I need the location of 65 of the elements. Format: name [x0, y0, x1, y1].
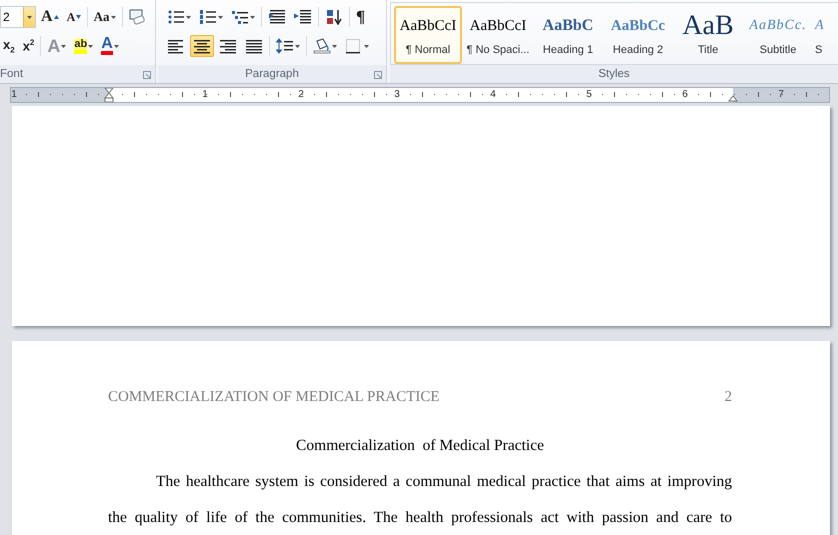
shrink-button[interactable]: A [64, 6, 84, 28]
highlight-button[interactable]: ab [71, 35, 96, 57]
align-left-icon [167, 38, 185, 54]
document-title: Commercialization of Medical Practice [295, 437, 545, 455]
pilcrow-button[interactable]: ¶ [353, 6, 368, 28]
style-option[interactable]: AaBbCc Heading 2 [604, 6, 672, 64]
page-number: 2 [724, 389, 732, 406]
justify-icon [245, 38, 263, 54]
caret-icon [295, 44, 300, 48]
down-arrow-icon [76, 15, 82, 19]
font-size-field[interactable]: 2 [0, 6, 36, 28]
style-option[interactable]: AaB Title [674, 6, 742, 64]
caret-icon [332, 44, 337, 48]
sort-icon [325, 9, 343, 25]
indent-marker-icon[interactable] [104, 88, 114, 102]
numbering-icon [199, 9, 217, 25]
ruler-number: 4 [490, 88, 496, 102]
dropdown-button[interactable] [23, 7, 35, 27]
case-button[interactable]: Aa [90, 6, 119, 28]
superscript-button[interactable]: x$^{2}$ [20, 35, 38, 57]
caret-icon [88, 44, 94, 48]
center-button[interactable] [190, 35, 214, 57]
subscript-button[interactable]: x$_{2}$ [0, 35, 18, 57]
body-text-line: the quality of life of the communities. The health professionals act with passion and care to [108, 508, 732, 528]
group-label: Font [0, 68, 24, 80]
borders-icon [345, 38, 363, 54]
dialog-launcher-icon[interactable] [143, 71, 151, 79]
ruler-number: 1 [11, 88, 17, 102]
dialog-launcher-icon[interactable] [374, 71, 382, 79]
ruler-number: 3 [394, 88, 400, 102]
body-text-line: The healthcare system is considered a communal medical practice that aims at improving [155, 472, 732, 492]
style-option[interactable]: AaBbCcI ¶ Normal [394, 6, 462, 64]
caret-icon [218, 16, 223, 18]
decrease-indent-icon [268, 9, 286, 25]
increase-indent-icon [294, 9, 312, 25]
grow-button[interactable]: A [38, 6, 62, 28]
paint-bucket-icon [313, 38, 331, 54]
ruler-number: 6 [682, 88, 688, 102]
multilevel-list-icon [231, 9, 249, 25]
eraser-icon [128, 9, 146, 25]
style-option[interactable]: AaBbC Heading 1 [534, 6, 602, 64]
caret-icon [186, 16, 191, 18]
style-option[interactable]: AaBbCc. Subtitle [744, 6, 812, 64]
caret-icon [114, 44, 119, 48]
caret-icon [61, 44, 66, 48]
up-arrow-icon [54, 15, 59, 19]
caret-icon [364, 44, 369, 48]
ruler-number: 5 [586, 88, 592, 102]
caret-icon [110, 16, 116, 18]
color-button[interactable]: A [98, 35, 122, 57]
right-indent-marker-icon[interactable] [728, 95, 738, 102]
bullets-icon [167, 9, 185, 25]
ruler-number: 2 [298, 88, 304, 102]
align-center-icon [193, 38, 211, 54]
ruler-number: 7 [778, 88, 784, 102]
caret-icon [27, 16, 32, 18]
group-label: Styles [598, 68, 630, 80]
caret-icon [250, 16, 255, 18]
line-spacing-icon [276, 38, 294, 54]
style-option[interactable]: A S [814, 6, 832, 64]
group-label: Paragraph [245, 68, 299, 80]
style-option[interactable]: AaBbCcI ¶ No Spaci... [464, 6, 532, 64]
ruler-number: 1 [202, 88, 208, 102]
running-header: COMMERCIALIZATION OF MEDICAL PRACTICE [108, 389, 440, 406]
align-right-icon [219, 38, 237, 54]
